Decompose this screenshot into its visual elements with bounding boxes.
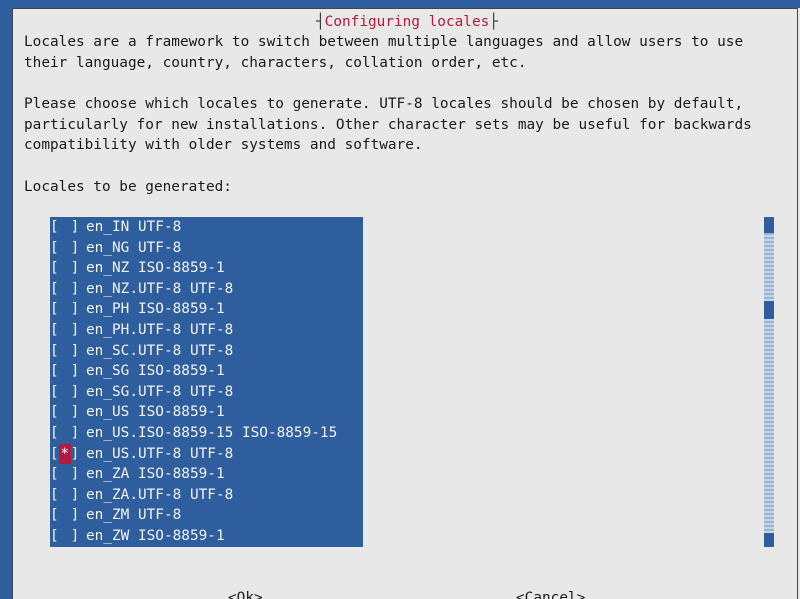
locale-item[interactable]: [ ] en_ZM UTF-8 bbox=[50, 505, 363, 526]
scrollbar-top-marker bbox=[764, 217, 774, 233]
locale-checklist[interactable]: [ ] en_IN UTF-8 [ ] en_NG UTF-8 [ ] en_NZ ISO… bbox=[50, 217, 363, 547]
dialog-title-bar: ┤Configuring locales├ bbox=[312, 12, 502, 32]
locale-item[interactable]: [ ] en_US ISO-8859-1 bbox=[50, 402, 363, 423]
checkbox-unchecked[interactable]: [ ] bbox=[50, 279, 79, 300]
locale-item[interactable]: [ ] en_SC.UTF-8 UTF-8 bbox=[50, 341, 363, 362]
checkbox-unchecked[interactable]: [ ] bbox=[50, 402, 79, 423]
choose-line-2: particularly for new installations. Othe… bbox=[24, 117, 752, 133]
checkbox-unchecked[interactable]: [ ] bbox=[50, 361, 79, 382]
scrollbar[interactable] bbox=[764, 217, 774, 547]
intro-line-2: their language, country, characters, col… bbox=[24, 55, 527, 71]
locale-label: en_SG.UTF-8 UTF-8 bbox=[86, 383, 234, 400]
locale-item[interactable]: [ ] en_PH ISO-8859-1 bbox=[50, 299, 363, 320]
locale-label: en_ZW ISO-8859-1 bbox=[86, 528, 225, 544]
locale-label: en_NZ.UTF-8 UTF-8 bbox=[86, 280, 234, 297]
locale-label: en_ZA ISO-8859-1 bbox=[86, 466, 225, 483]
locale-label: en_SG ISO-8859-1 bbox=[86, 363, 225, 380]
checkbox-checked[interactable]: [*] bbox=[50, 443, 79, 465]
locale-label: en_US.ISO-8859-15 ISO-8859-15 bbox=[86, 425, 338, 441]
locale-label: en_PH.UTF-8 UTF-8 bbox=[86, 322, 234, 338]
locale-item[interactable]: [*] en_US.UTF-8 UTF-8 bbox=[50, 443, 363, 465]
scrollbar-bottom-marker bbox=[764, 533, 774, 547]
locale-item[interactable]: [ ] en_ZA.UTF-8 UTF-8 bbox=[50, 485, 363, 506]
locale-item[interactable]: [ ] en_ZW ISO-8859-1 bbox=[50, 526, 363, 547]
checkbox-unchecked[interactable]: [ ] bbox=[50, 320, 79, 341]
locale-item[interactable]: [ ] en_PH.UTF-8 UTF-8 bbox=[50, 320, 363, 341]
checkbox-unchecked[interactable]: [ ] bbox=[50, 526, 79, 547]
locale-label: en_IN UTF-8 bbox=[86, 219, 182, 235]
checkbox-unchecked[interactable]: [ ] bbox=[50, 299, 79, 320]
locale-label: en_PH ISO-8859-1 bbox=[86, 301, 225, 318]
locale-item[interactable]: [ ] en_NZ ISO-8859-1 bbox=[50, 258, 363, 279]
choose-line-1: Please choose which locales to generate.… bbox=[24, 96, 744, 112]
locale-label: en_NZ ISO-8859-1 bbox=[86, 260, 225, 277]
checkbox-unchecked[interactable]: [ ] bbox=[50, 382, 79, 403]
locales-prompt: Locales to be generated: bbox=[24, 179, 232, 195]
locale-item[interactable]: [ ] en_SG.UTF-8 UTF-8 bbox=[50, 382, 363, 403]
locale-label: en_NG UTF-8 bbox=[86, 239, 182, 256]
checkbox-unchecked[interactable]: [ ] bbox=[50, 505, 79, 526]
intro-line-1: Locales are a framework to switch betwee… bbox=[24, 34, 744, 50]
locale-item[interactable]: [ ] en_IN UTF-8 bbox=[50, 217, 363, 238]
locale-label: en_SC.UTF-8 UTF-8 bbox=[86, 342, 234, 359]
locale-label: en_ZM UTF-8 bbox=[86, 507, 182, 524]
locale-label: en_ZA.UTF-8 UTF-8 bbox=[86, 486, 234, 503]
locale-item[interactable]: [ ] en_NZ.UTF-8 UTF-8 bbox=[50, 279, 363, 300]
cancel-button[interactable]: <Cancel> bbox=[516, 588, 585, 599]
checkbox-unchecked[interactable]: [ ] bbox=[50, 238, 79, 259]
checkbox-unchecked[interactable]: [ ] bbox=[50, 258, 79, 279]
checkbox-unchecked[interactable]: [ ] bbox=[50, 217, 79, 238]
locales-dialog: ┤Configuring locales├ Locales are a fram… bbox=[12, 8, 800, 599]
checkbox-unchecked[interactable]: [ ] bbox=[50, 464, 79, 485]
locale-item[interactable]: [ ] en_ZA ISO-8859-1 bbox=[50, 464, 363, 485]
locale-label: en_US ISO-8859-1 bbox=[86, 404, 225, 421]
ok-button[interactable]: <Ok> bbox=[228, 588, 263, 599]
checkbox-unchecked[interactable]: [ ] bbox=[50, 341, 79, 362]
locale-label: en_US.UTF-8 UTF-8 bbox=[86, 445, 234, 462]
locale-item[interactable]: [ ] en_SG ISO-8859-1 bbox=[50, 361, 363, 382]
scrollbar-thumb[interactable] bbox=[764, 301, 774, 319]
checkbox-unchecked[interactable]: [ ] bbox=[50, 423, 79, 444]
checkbox-unchecked[interactable]: [ ] bbox=[50, 485, 79, 506]
locale-item[interactable]: [ ] en_NG UTF-8 bbox=[50, 238, 363, 259]
locale-item[interactable]: [ ] en_US.ISO-8859-15 ISO-8859-15 bbox=[50, 423, 363, 444]
choose-line-3: compatibility with older systems and sof… bbox=[24, 137, 423, 153]
dialog-title: Configuring locales bbox=[324, 14, 490, 30]
